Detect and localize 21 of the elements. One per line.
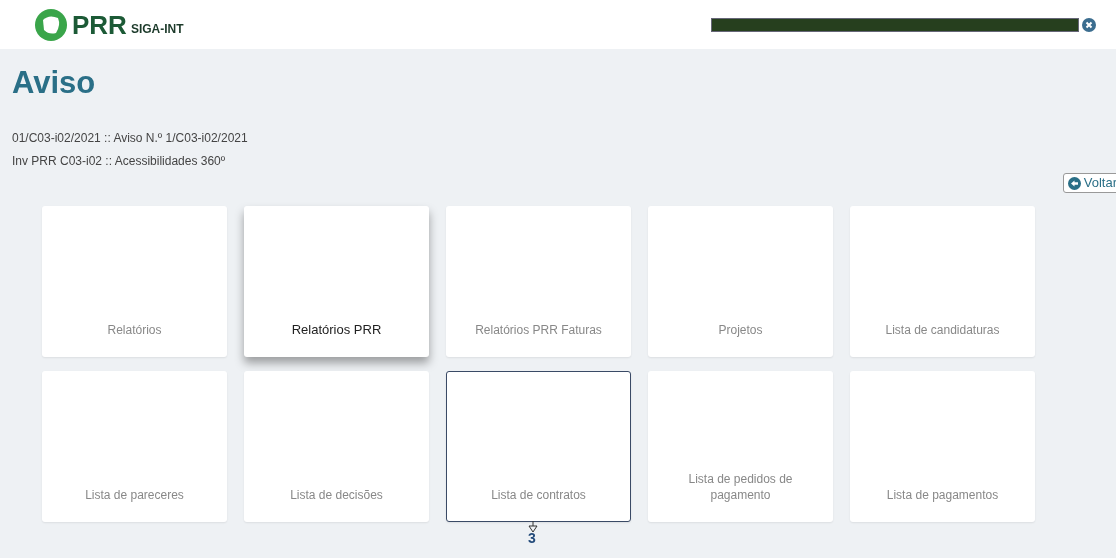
menu-tile[interactable]: Projetos <box>648 206 833 357</box>
logo-text: PRR <box>72 11 127 38</box>
menu-tile[interactable]: Lista de pagamentos <box>850 371 1035 522</box>
menu-tile[interactable]: Relatórios <box>42 206 227 357</box>
app-name: SIGA-INT <box>130 20 184 38</box>
page-title: Aviso <box>12 64 97 102</box>
logo-icon <box>34 7 68 42</box>
menu-tile[interactable]: Relatórios PRR <box>244 206 429 357</box>
menu-tile[interactable]: Lista de pedidos de pagamento <box>648 371 833 522</box>
callout-number: 3 <box>528 531 536 545</box>
menu-tile[interactable]: Lista de decisões <box>244 371 429 522</box>
info-line: Inv PRR C03-i02 :: Acessibilidades 360º <box>12 153 227 170</box>
info-line: 01/C03-i02/2021 :: Aviso N.º 1/C03-i02/2021 <box>12 130 249 147</box>
menu-tile[interactable]: Lista de candidaturas <box>850 206 1035 357</box>
menu-tile[interactable]: Lista de pareceres <box>42 371 227 522</box>
close-icon[interactable] <box>1082 17 1096 32</box>
arrow-left-icon <box>1067 176 1081 190</box>
menu-tile[interactable]: Lista de contratos <box>446 371 631 522</box>
back-button[interactable]: Voltar <box>1062 173 1116 193</box>
menu-tile[interactable]: Relatórios PRR Faturas <box>446 206 631 357</box>
callout-marker-icon <box>528 521 538 533</box>
